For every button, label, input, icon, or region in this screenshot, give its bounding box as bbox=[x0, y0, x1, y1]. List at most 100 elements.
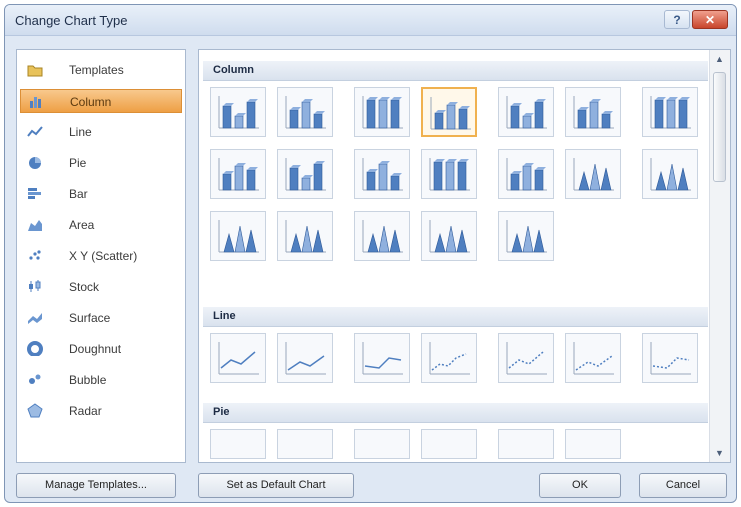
chart-thumbnail-pie[interactable] bbox=[354, 429, 410, 459]
chart-thumbnail-pie[interactable] bbox=[210, 429, 266, 459]
chart-thumbnail-column[interactable] bbox=[498, 149, 554, 199]
chart-gallery: ▲ ▼ Column Line Pie bbox=[198, 49, 731, 463]
surface-chart-icon bbox=[27, 310, 43, 325]
chart-thumbnail-pie[interactable] bbox=[498, 429, 554, 459]
set-as-default-chart-button[interactable]: Set as Default Chart bbox=[198, 473, 354, 498]
line-chart-icon bbox=[27, 124, 43, 139]
thumbnail-preview-icon bbox=[362, 220, 403, 253]
chart-thumbnail-column[interactable] bbox=[277, 149, 333, 199]
chart-thumbnail-line[interactable] bbox=[642, 333, 698, 383]
category-stock[interactable]: Stock bbox=[20, 275, 182, 299]
ok-button[interactable]: OK bbox=[539, 473, 621, 498]
chart-thumbnail-line[interactable] bbox=[277, 333, 333, 383]
thumbnail-preview-icon bbox=[499, 430, 553, 458]
chart-thumbnail-column[interactable] bbox=[210, 211, 266, 261]
thumbnail-preview-icon bbox=[566, 430, 620, 458]
chart-thumbnail-column[interactable] bbox=[642, 87, 698, 137]
category-label: Doughnut bbox=[69, 342, 122, 356]
chart-thumbnail-column[interactable] bbox=[642, 149, 698, 199]
cancel-button[interactable]: Cancel bbox=[639, 473, 727, 498]
thumbnail-preview-icon bbox=[506, 158, 547, 191]
chart-thumbnail-line[interactable] bbox=[498, 333, 554, 383]
chart-thumbnail-column[interactable] bbox=[421, 211, 477, 261]
bar-chart-icon bbox=[27, 186, 43, 201]
thumbnail-preview-icon bbox=[573, 96, 614, 129]
thumbnail-preview-icon bbox=[650, 96, 691, 129]
category-line[interactable]: Line bbox=[20, 120, 182, 144]
thumbnail-preview-icon bbox=[285, 220, 326, 253]
scrollbar-thumb[interactable] bbox=[713, 72, 726, 182]
thumbnail-preview-icon bbox=[506, 96, 547, 129]
section-title: Column bbox=[213, 64, 254, 76]
scroll-up-arrow-icon[interactable]: ▲ bbox=[710, 50, 729, 68]
title-bar: Change Chart Type ? ✕ bbox=[5, 5, 736, 36]
thumbnail-preview-icon bbox=[218, 158, 259, 191]
thumbnail-preview-icon bbox=[362, 96, 403, 129]
chart-thumbnail-column[interactable] bbox=[498, 211, 554, 261]
change-chart-type-dialog: Change Chart Type ? ✕ Templates Column Lin… bbox=[4, 4, 737, 503]
chart-thumbnail-column[interactable] bbox=[565, 87, 621, 137]
thumbnail-preview-icon bbox=[355, 430, 409, 458]
thumbnail-preview-icon bbox=[211, 430, 265, 458]
category-label: Stock bbox=[69, 280, 100, 294]
category-bubble[interactable]: Bubble bbox=[20, 368, 182, 392]
thumbnail-preview-icon bbox=[429, 220, 470, 253]
category-label: Surface bbox=[69, 311, 111, 325]
thumbnail-preview-icon bbox=[422, 430, 476, 458]
chart-thumbnail-line[interactable] bbox=[210, 333, 266, 383]
chart-thumbnail-pie[interactable] bbox=[277, 429, 333, 459]
thumbnail-preview-icon bbox=[362, 158, 403, 191]
column-chart-icon bbox=[28, 94, 44, 109]
chart-thumbnail-line[interactable] bbox=[565, 333, 621, 383]
chart-thumbnail-column[interactable] bbox=[277, 87, 333, 137]
chart-thumbnail-column[interactable] bbox=[421, 149, 477, 199]
thumbnail-preview-icon bbox=[218, 342, 259, 375]
category-radar[interactable]: Radar bbox=[20, 399, 182, 423]
chart-thumbnail-column[interactable] bbox=[354, 87, 410, 137]
section-header-line: Line bbox=[203, 307, 708, 327]
category-bar[interactable]: Bar bbox=[20, 182, 182, 206]
category-pie[interactable]: Pie bbox=[20, 151, 182, 175]
category-column[interactable]: Column bbox=[20, 89, 182, 113]
folder-icon bbox=[27, 62, 43, 77]
chart-thumbnail-line[interactable] bbox=[354, 333, 410, 383]
scatter-chart-icon bbox=[27, 248, 43, 263]
chart-thumbnail-line[interactable] bbox=[421, 333, 477, 383]
manage-templates-button[interactable]: Manage Templates... bbox=[16, 473, 176, 498]
category-label: Pie bbox=[69, 156, 87, 170]
pie-chart-icon bbox=[27, 155, 43, 170]
section-header-column: Column bbox=[203, 61, 708, 81]
category-label: Area bbox=[69, 218, 95, 232]
category-label: Radar bbox=[69, 404, 102, 418]
thumbnail-preview-icon bbox=[650, 342, 691, 375]
chart-thumbnail-column[interactable] bbox=[277, 211, 333, 261]
chart-thumbnail-column[interactable] bbox=[498, 87, 554, 137]
category-label: Column bbox=[70, 95, 112, 109]
thumbnail-preview-icon bbox=[573, 342, 614, 375]
chart-thumbnail-column[interactable] bbox=[421, 87, 477, 137]
chart-thumbnail-pie[interactable] bbox=[421, 429, 477, 459]
category-templates[interactable]: Templates bbox=[20, 58, 182, 82]
thumbnail-preview-icon bbox=[650, 158, 691, 191]
chart-thumbnail-column[interactable] bbox=[210, 149, 266, 199]
scroll-down-arrow-icon[interactable]: ▼ bbox=[710, 444, 729, 462]
thumbnail-preview-icon bbox=[362, 342, 403, 375]
chart-thumbnail-column[interactable] bbox=[354, 211, 410, 261]
chart-thumbnail-column[interactable] bbox=[565, 149, 621, 199]
category-area[interactable]: Area bbox=[20, 213, 182, 237]
thumbnail-preview-icon bbox=[218, 220, 259, 253]
gallery-scrollbar[interactable]: ▲ ▼ bbox=[709, 50, 730, 462]
category-doughnut[interactable]: Doughnut bbox=[20, 337, 182, 361]
category-surface[interactable]: Surface bbox=[20, 306, 182, 330]
close-button[interactable]: ✕ bbox=[692, 10, 728, 29]
chart-thumbnail-pie[interactable] bbox=[565, 429, 621, 459]
chart-thumbnail-column[interactable] bbox=[354, 149, 410, 199]
help-button[interactable]: ? bbox=[664, 10, 690, 29]
category-x-y-scatter[interactable]: X Y (Scatter) bbox=[20, 244, 182, 268]
thumbnail-preview-icon bbox=[429, 158, 470, 191]
thumbnail-preview-icon bbox=[285, 342, 326, 375]
section-title: Pie bbox=[213, 406, 230, 418]
chart-thumbnail-column[interactable] bbox=[210, 87, 266, 137]
thumbnail-preview-icon bbox=[429, 342, 470, 375]
doughnut-chart-icon bbox=[27, 341, 43, 357]
